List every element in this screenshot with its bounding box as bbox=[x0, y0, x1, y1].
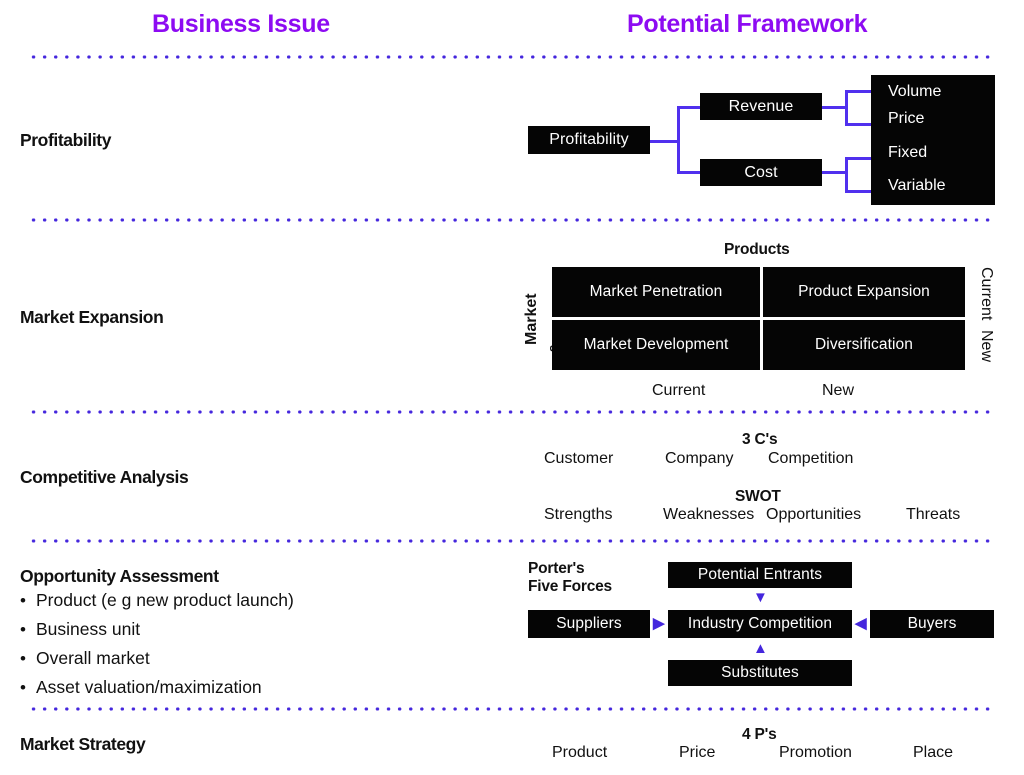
separator-after-competitive-analysis bbox=[28, 539, 996, 543]
leaf-fixed[interactable]: Fixed bbox=[888, 144, 927, 162]
four-ps-item-price: Price bbox=[679, 744, 716, 761]
three-cs-title: 3 C's bbox=[742, 431, 778, 448]
porter-title-line1: Porter's bbox=[528, 560, 585, 577]
porter-box-substitutes[interactable]: Substitutes bbox=[668, 660, 852, 686]
porter-arrow-up-icon: ▲ bbox=[753, 640, 768, 657]
tree-connector-fixed bbox=[845, 157, 873, 160]
row-label-competitive-analysis: Competitive Analysis bbox=[20, 467, 189, 487]
porter-arrow-left-icon: ◀ bbox=[855, 615, 867, 632]
column-header-potential-framework: Potential Framework bbox=[627, 10, 868, 38]
bullet-text: Overall market bbox=[36, 648, 150, 668]
box-cost[interactable]: Cost bbox=[700, 159, 822, 186]
swot-item-weaknesses: Weaknesses bbox=[663, 506, 755, 523]
tree-connector-volume bbox=[845, 90, 873, 93]
four-ps-item-promotion: Promotion bbox=[779, 744, 852, 761]
list-item: • Overall market bbox=[20, 646, 440, 671]
four-ps-item-place: Place bbox=[913, 744, 954, 761]
four-ps-title: 4 P's bbox=[742, 726, 777, 743]
swot-item-threats: Threats bbox=[906, 506, 961, 523]
swot-item-opportunities: Opportunities bbox=[766, 506, 862, 523]
matrix-cell-market-penetration[interactable]: Market Penetration bbox=[552, 267, 760, 317]
separator-after-market-expansion bbox=[28, 410, 996, 414]
tree-connector-vertical bbox=[677, 106, 680, 174]
row-label-opportunity-assessment: Opportunity Assessment bbox=[20, 566, 219, 586]
swot-title: SWOT bbox=[735, 488, 781, 505]
bullet-dot-icon: • bbox=[20, 620, 26, 639]
tree-connector-revenue-bracket-v bbox=[845, 90, 848, 126]
matrix-axis-title-market: Market bbox=[523, 293, 540, 345]
porter-arrow-down-icon: ▼ bbox=[753, 589, 768, 606]
bullet-text: Product (e g new product launch) bbox=[36, 590, 294, 610]
tree-connector-root-stub bbox=[650, 139, 680, 143]
porter-box-potential-entrants[interactable]: Potential Entrants bbox=[668, 562, 852, 588]
swot-item-strengths: Strengths bbox=[544, 506, 613, 523]
box-profitability-root[interactable]: Profitability bbox=[528, 126, 650, 154]
row-label-market-strategy: Market Strategy bbox=[20, 734, 146, 754]
matrix-right-label-new: New bbox=[978, 330, 995, 363]
leaf-volume[interactable]: Volume bbox=[888, 83, 941, 101]
row-label-profitability: Profitability bbox=[20, 130, 112, 150]
list-item: • Product (e g new product launch) bbox=[20, 588, 440, 613]
column-header-business-issue: Business Issue bbox=[152, 10, 330, 38]
list-item: • Asset valuation/maximization bbox=[20, 675, 440, 700]
opportunity-bullet-list: • Product (e g new product launch) • Bus… bbox=[20, 588, 440, 704]
tree-connector-variable bbox=[845, 190, 873, 193]
porter-arrow-right-icon: ▶ bbox=[653, 615, 665, 632]
matrix-bottom-label-current: Current bbox=[652, 382, 706, 399]
three-cs-item-competition: Competition bbox=[768, 450, 854, 467]
matrix-bottom-label-new: New bbox=[822, 382, 855, 399]
row-label-market-expansion: Market Expansion bbox=[20, 307, 164, 327]
matrix-right-label-current: Current bbox=[978, 267, 995, 321]
three-cs-item-customer: Customer bbox=[544, 450, 614, 467]
separator-after-header bbox=[28, 55, 996, 59]
tree-connector-cost-bracket-v bbox=[845, 157, 848, 193]
four-ps-item-product: Product bbox=[552, 744, 608, 761]
tree-connector-revenue-stub bbox=[821, 106, 848, 109]
matrix-cell-product-expansion[interactable]: Product Expansion bbox=[763, 267, 965, 317]
bullet-dot-icon: • bbox=[20, 678, 26, 697]
matrix-cell-diversification[interactable]: Diversification bbox=[763, 320, 965, 370]
bullet-text: Business unit bbox=[36, 619, 141, 639]
porter-title-line2: Five Forces bbox=[528, 578, 612, 595]
porter-box-suppliers[interactable]: Suppliers bbox=[528, 610, 650, 638]
porter-box-buyers[interactable]: Buyers bbox=[870, 610, 994, 638]
box-revenue[interactable]: Revenue bbox=[700, 93, 822, 120]
tree-connector-price bbox=[845, 123, 873, 126]
bullet-text: Asset valuation/maximization bbox=[36, 677, 262, 697]
list-item: • Business unit bbox=[20, 617, 440, 642]
leaf-variable[interactable]: Variable bbox=[888, 177, 946, 195]
bullet-dot-icon: • bbox=[20, 649, 26, 668]
matrix-cell-market-development[interactable]: Market Development bbox=[552, 320, 760, 370]
tree-connector-cost-stub bbox=[821, 171, 848, 174]
separator-after-opportunity-assessment bbox=[28, 707, 996, 711]
separator-after-profitability bbox=[28, 218, 996, 222]
porter-box-industry-competition[interactable]: Industry Competition bbox=[668, 610, 852, 638]
leaf-price[interactable]: Price bbox=[888, 110, 924, 128]
matrix-axis-title-products: Products bbox=[724, 241, 790, 258]
bullet-dot-icon: • bbox=[20, 591, 26, 610]
three-cs-item-company: Company bbox=[665, 450, 734, 467]
